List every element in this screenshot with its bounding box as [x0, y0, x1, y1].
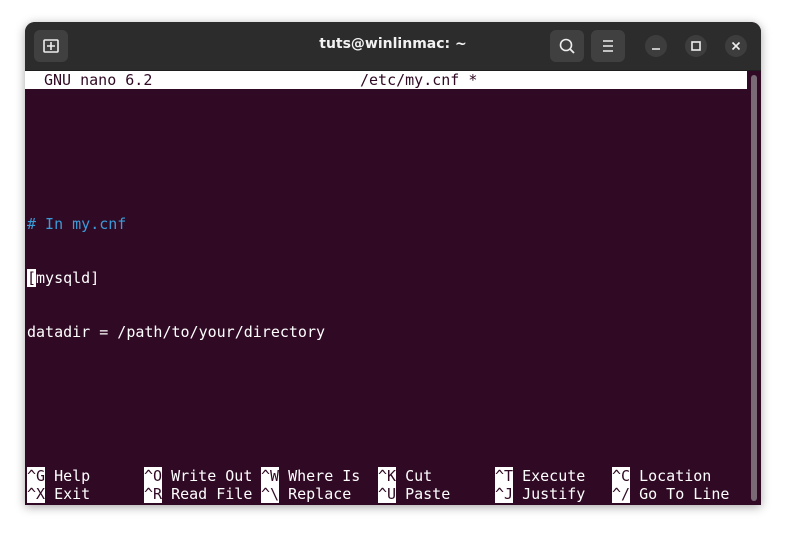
- shortcut-key: ^/: [612, 485, 631, 503]
- shortcut-read-file: ^R Read File: [144, 485, 252, 503]
- shortcut-label: Where Is: [288, 467, 361, 485]
- comment-line: # In my.cnf: [27, 215, 127, 233]
- shortcut-replace: ^\ Replace: [261, 485, 351, 503]
- file-name: /etc/my.cnf *: [360, 71, 478, 89]
- shortcut-execute: ^T Execute: [495, 467, 585, 485]
- shortcut-label: Go To Line: [639, 485, 730, 503]
- scrollbar-thumb[interactable]: [751, 75, 757, 501]
- shortcut-key: ^\: [261, 485, 280, 503]
- section-text: mysqld]: [36, 269, 100, 287]
- shortcut-label: Justify: [522, 485, 586, 503]
- shortcut-where-is: ^W Where Is: [261, 467, 360, 485]
- scrollbar[interactable]: [747, 71, 761, 505]
- shortcut-key: ^C: [612, 467, 631, 485]
- shortcut-label: Exit: [54, 485, 91, 503]
- shortcut-key: ^R: [144, 485, 163, 503]
- minimize-icon: [652, 48, 660, 50]
- shortcut-label: Help: [54, 467, 91, 485]
- shortcut-cut: ^K Cut: [378, 467, 432, 485]
- text-cursor: [: [27, 269, 37, 287]
- section-line: [mysqld]: [27, 269, 99, 287]
- nano-header: GNU nano 6.2 /etc/my.cnf *: [25, 71, 747, 89]
- search-icon: [559, 38, 575, 54]
- menu-icon: [603, 40, 613, 52]
- shortcut-justify: ^J Justify: [495, 485, 585, 503]
- menu-button[interactable]: [591, 30, 625, 62]
- shortcut-label: Location: [639, 467, 712, 485]
- title-bar: tuts@winlinmac: ~: [25, 22, 761, 71]
- search-button[interactable]: [550, 30, 584, 62]
- shortcut-go-to-line: ^/ Go To Line: [612, 485, 729, 503]
- shortcut-paste: ^U Paste: [378, 485, 450, 503]
- close-button[interactable]: [725, 35, 747, 57]
- maximize-button[interactable]: [685, 35, 707, 57]
- shortcut-exit: ^X Exit: [27, 485, 90, 503]
- shortcut-key: ^X: [27, 485, 46, 503]
- close-icon: [731, 41, 741, 51]
- shortcut-key: ^J: [495, 485, 514, 503]
- terminal-window: tuts@winlinmac: ~ GNU nano 6.2 /etc/my.c…: [25, 22, 761, 505]
- shortcut-label: Replace: [288, 485, 352, 503]
- shortcut-key: ^T: [495, 467, 514, 485]
- shortcut-key: ^K: [378, 467, 397, 485]
- shortcut-key: ^U: [378, 485, 397, 503]
- shortcut-label: Write Out: [171, 467, 253, 485]
- terminal-area[interactable]: GNU nano 6.2 /etc/my.cnf * # In my.cnf […: [25, 71, 747, 505]
- shortcut-key: ^O: [144, 467, 163, 485]
- minimize-button[interactable]: [645, 35, 667, 57]
- shortcut-label: Read File: [171, 485, 253, 503]
- shortcut-key: ^G: [27, 467, 46, 485]
- shortcut-write-out: ^O Write Out: [144, 467, 252, 485]
- shortcut-help: ^G Help: [27, 467, 90, 485]
- shortcut-label: Execute: [522, 467, 586, 485]
- maximize-icon: [691, 41, 701, 51]
- shortcut-key: ^W: [261, 467, 280, 485]
- shortcut-label: Cut: [405, 467, 433, 485]
- shortcut-label: Paste: [405, 485, 451, 503]
- nano-version: GNU nano 6.2: [44, 71, 153, 89]
- datadir-line: datadir = /path/to/your/directory: [27, 323, 326, 341]
- shortcut-location: ^C Location: [612, 467, 711, 485]
